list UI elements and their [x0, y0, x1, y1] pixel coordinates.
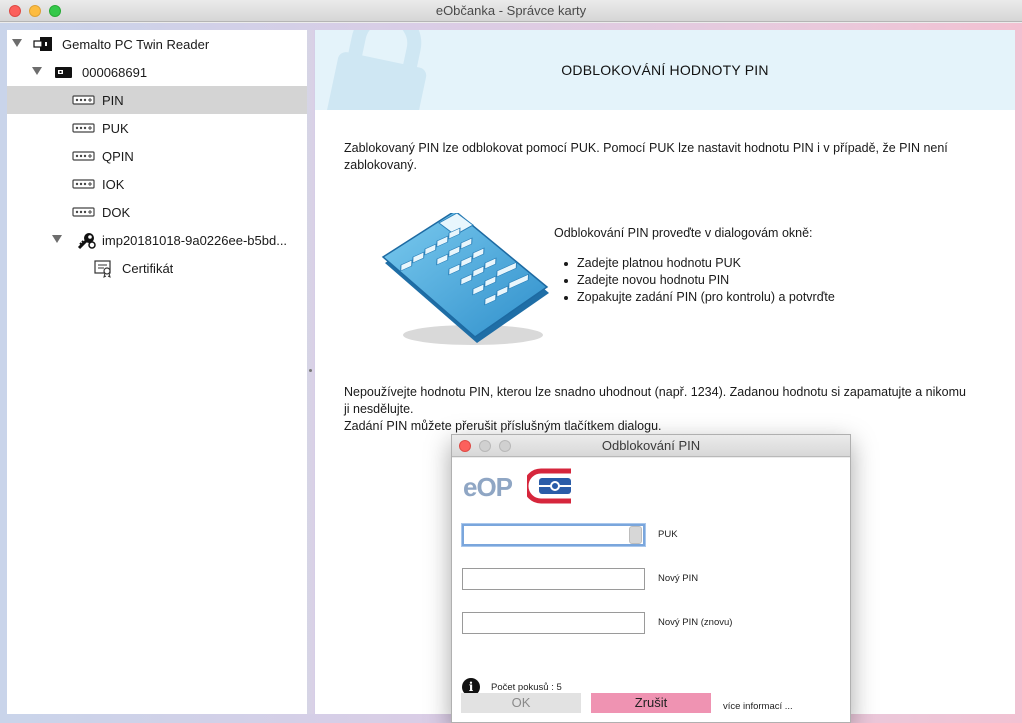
- puk-input[interactable]: [462, 524, 645, 546]
- tree-item-puk[interactable]: PUK: [7, 114, 307, 142]
- new-pin-label: Nový PIN: [658, 573, 699, 584]
- confirm-pin-input[interactable]: [462, 612, 645, 634]
- pin-keypad-icon: [72, 204, 95, 220]
- more-info-link[interactable]: více informací ...: [723, 701, 793, 712]
- warning-line: ji nesdělujte.: [344, 402, 414, 416]
- chip-card-icon: [54, 64, 76, 80]
- key-icon: [76, 232, 98, 250]
- tree-label-certificate: Certifikát: [122, 261, 174, 276]
- expand-arrow-icon[interactable]: [32, 67, 42, 75]
- ok-button[interactable]: OK: [461, 693, 581, 713]
- tree-label-pin: PIN: [102, 93, 124, 108]
- pin-keypad-icon: [72, 120, 95, 136]
- intro-line: Zablokovaný PIN lze odblokovat pomocí PU…: [344, 141, 948, 155]
- tree-label-reader: Gemalto PC Twin Reader: [62, 37, 210, 52]
- title-bar[interactable]: eObčanka - Správce karty: [0, 0, 1022, 22]
- split-view-divider[interactable]: [307, 30, 314, 714]
- page-title: ODBLOKOVÁNÍ HODNOTY PIN: [561, 62, 769, 78]
- tree-label-qpin: QPIN: [102, 149, 134, 164]
- tree-label-puk: PUK: [102, 121, 129, 136]
- expand-arrow-icon[interactable]: [12, 39, 22, 47]
- confirm-pin-label: Nový PIN (znovu): [658, 617, 733, 628]
- tree-item-qpin[interactable]: QPIN: [7, 142, 307, 170]
- tree-item-iok[interactable]: IOK: [7, 170, 307, 198]
- list-item: Zadejte platnou hodnotu PUK: [564, 255, 835, 272]
- intro-text: Zablokovaný PIN lze odblokovat pomocí PU…: [344, 140, 1004, 174]
- tree-label-card: 000068691: [82, 65, 148, 80]
- pin-keypad-icon: [72, 176, 95, 192]
- puk-stepper-icon[interactable]: [629, 526, 642, 544]
- card-reader-icon: [32, 36, 54, 52]
- window-title: eObčanka - Správce karty: [435, 3, 587, 18]
- warning-text: Nepoužívejte hodnotu PIN, kterou lze sna…: [344, 384, 1004, 435]
- card-tree-sidebar: Gemalto PC Twin Reader 000068691 PIN PUK: [7, 30, 307, 714]
- divider-handle[interactable]: [309, 369, 312, 372]
- calculator-illustration: [381, 213, 549, 345]
- new-pin-input[interactable]: [462, 568, 645, 590]
- dialog-title-bar[interactable]: Odblokování PIN: [452, 435, 850, 457]
- eop-logo-mark-icon: [527, 468, 571, 504]
- tree-item-pin[interactable]: PIN: [7, 86, 307, 114]
- tree-item-key[interactable]: imp20181018-9a0226ee-b5bd...: [7, 226, 307, 254]
- cancel-button[interactable]: Zrušit: [591, 693, 711, 713]
- instruction-text: Odblokování PIN proveďte v dialogovám ok…: [554, 226, 813, 240]
- pin-keypad-icon: [72, 148, 95, 164]
- warning-line: Nepoužívejte hodnotu PIN, kterou lze sna…: [344, 385, 966, 399]
- certificate-icon: [94, 260, 116, 278]
- puk-label: PUK: [658, 529, 678, 540]
- steps-list: Zadejte platnou hodnotu PUK Zadejte novo…: [564, 255, 835, 306]
- intro-line: zablokovaný.: [344, 158, 417, 172]
- tree-label-key: imp20181018-9a0226ee-b5bd...: [102, 233, 288, 248]
- attempts-counter: Počet pokusů : 5: [491, 682, 562, 693]
- tree-item-card[interactable]: 000068691: [7, 58, 307, 86]
- pin-keypad-icon: [72, 92, 95, 108]
- dialog-title: Odblokování PIN: [601, 438, 701, 453]
- logo-text: eOP: [463, 472, 513, 502]
- eop-logo: eOP: [463, 468, 578, 504]
- unblock-pin-dialog: Odblokování PIN eOP PUK Nový PIN Nový PI…: [451, 434, 851, 723]
- tree-label-iok: IOK: [102, 177, 125, 192]
- padlock-watermark-icon: [326, 30, 427, 110]
- warning-line: Zadání PIN můžete přerušit příslušným tl…: [344, 419, 662, 433]
- tree-item-dok[interactable]: DOK: [7, 198, 307, 226]
- header-banner: ODBLOKOVÁNÍ HODNOTY PIN: [315, 30, 1015, 110]
- list-item: Zadejte novou hodnotu PIN: [564, 272, 835, 289]
- list-item: Zopakujte zadání PIN (pro kontrolu) a po…: [564, 290, 835, 304]
- tree-item-reader[interactable]: Gemalto PC Twin Reader: [7, 30, 307, 58]
- dialog-body: eOP PUK Nový PIN Nový PIN (znovu) i Poče…: [452, 458, 850, 722]
- tree-item-certificate[interactable]: Certifikát: [7, 254, 307, 282]
- tree-label-dok: DOK: [102, 205, 131, 220]
- expand-arrow-icon[interactable]: [52, 235, 62, 243]
